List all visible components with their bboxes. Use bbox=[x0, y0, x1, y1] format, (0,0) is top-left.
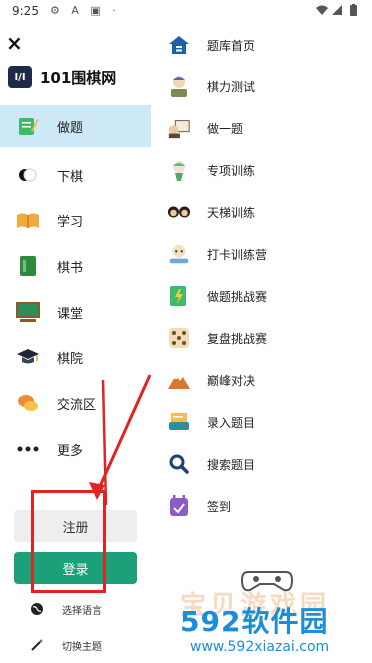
green-book-icon bbox=[16, 254, 40, 278]
menu-label-review-challenge: 复盘挑战赛 bbox=[207, 331, 268, 346]
brand-name: 101围棋网 bbox=[40, 68, 117, 87]
nav-item-academy[interactable]: 棋院 bbox=[0, 336, 151, 378]
nav-label-academy: 棋院 bbox=[57, 351, 84, 367]
dice-icon bbox=[167, 326, 191, 350]
status-bar: 9:25 ⚙ A ▣ · bbox=[0, 0, 372, 24]
menu-item-enter-problem[interactable]: 录入题目 bbox=[151, 402, 372, 442]
pencil-notebook-icon bbox=[16, 114, 40, 138]
nav-item-community[interactable]: 交流区 bbox=[0, 382, 151, 424]
special-training-icon bbox=[167, 158, 191, 182]
chat-bubbles-icon bbox=[16, 391, 40, 415]
menu-label-ladder-training: 天梯训练 bbox=[207, 205, 256, 220]
theme-link-label: 切换主题 bbox=[62, 641, 102, 653]
nav-item-classroom[interactable]: 课堂 bbox=[0, 291, 151, 333]
mountain-icon bbox=[167, 368, 191, 392]
menu-label-checkin-camp: 打卡训练营 bbox=[207, 247, 268, 262]
nav-label-more: 更多 bbox=[57, 443, 84, 459]
nav-label-community: 交流区 bbox=[57, 397, 97, 413]
menu-label-problem-home: 题库首页 bbox=[207, 38, 256, 53]
menu-item-ladder-training[interactable]: 天梯训练 bbox=[151, 192, 372, 232]
home-icon bbox=[167, 33, 191, 57]
single-problem-icon bbox=[167, 116, 191, 140]
menu-label-special-training: 专项训练 bbox=[207, 163, 256, 178]
open-book-icon bbox=[16, 208, 40, 232]
login-button[interactable]: 登录 bbox=[14, 552, 137, 584]
menu-item-checkin[interactable]: 签到 bbox=[151, 486, 372, 526]
go-stones-icon bbox=[16, 163, 40, 187]
menu-item-review-challenge[interactable]: 复盘挑战赛 bbox=[151, 318, 372, 358]
status-time: 9:25 bbox=[12, 4, 39, 18]
menu-item-special-training[interactable]: 专项训练 bbox=[151, 150, 372, 190]
nav-label-books: 棋书 bbox=[57, 260, 84, 276]
menu-label-enter-problem: 录入题目 bbox=[207, 415, 256, 430]
wifi-signal-battery-icon bbox=[316, 4, 357, 16]
calendar-check-icon bbox=[167, 494, 191, 518]
menu-label-strength-test: 棋力测试 bbox=[207, 79, 256, 94]
status-notification-icons: ⚙ A ▣ · bbox=[50, 4, 120, 17]
menu-label-problem-challenge: 做题挑战赛 bbox=[207, 289, 268, 304]
menu-item-one-problem[interactable]: 做一题 bbox=[151, 108, 372, 148]
status-system-icons bbox=[314, 4, 364, 19]
globe-icon bbox=[30, 602, 44, 616]
magic-wand-icon bbox=[30, 638, 44, 652]
menu-item-search-problem[interactable]: 搜索题目 bbox=[151, 444, 372, 484]
language-link[interactable]: 选择语言 bbox=[30, 598, 102, 620]
nav-label-learn: 学习 bbox=[57, 214, 84, 230]
menu-item-strength-test[interactable]: 棋力测试 bbox=[151, 66, 372, 106]
menu-item-problem-home[interactable]: 题库首页 bbox=[151, 25, 372, 65]
menu-item-peak-duel[interactable]: 巅峰对决 bbox=[151, 360, 372, 400]
navigation-drawer: × I/I 101围棋网 做题 下棋 学习 棋书 课堂 棋院 交流区 更多 注册… bbox=[0, 24, 151, 663]
theme-link[interactable]: 切换主题 bbox=[30, 634, 102, 656]
nav-item-more[interactable]: 更多 bbox=[0, 428, 151, 470]
close-icon[interactable]: × bbox=[6, 32, 24, 54]
nav-label-practice: 做题 bbox=[57, 120, 84, 136]
graduation-cap-icon bbox=[16, 345, 40, 369]
ladder-training-icon bbox=[167, 200, 191, 224]
menu-label-one-problem: 做一题 bbox=[207, 121, 244, 136]
nav-label-play: 下棋 bbox=[57, 169, 84, 185]
language-link-label: 选择语言 bbox=[62, 605, 102, 617]
nav-item-books[interactable]: 棋书 bbox=[0, 245, 151, 287]
menu-item-problem-challenge[interactable]: 做题挑战赛 bbox=[151, 276, 372, 316]
menu-label-peak-duel: 巅峰对决 bbox=[207, 373, 256, 388]
challenge-icon bbox=[167, 284, 191, 308]
menu-label-checkin: 签到 bbox=[207, 499, 232, 514]
practice-submenu: 题库首页 棋力测试 做一题 专项训练 天梯训练 打卡训练营 做题挑战赛 复盘挑战… bbox=[151, 24, 372, 663]
nav-item-learn[interactable]: 学习 bbox=[0, 199, 151, 241]
menu-item-checkin-camp[interactable]: 打卡训练营 bbox=[151, 234, 372, 274]
test-character-icon bbox=[167, 74, 191, 98]
input-problem-icon bbox=[167, 410, 191, 434]
search-icon bbox=[167, 452, 191, 476]
brand-logo: I/I bbox=[8, 66, 32, 88]
nav-item-play[interactable]: 下棋 bbox=[0, 154, 151, 196]
nav-label-classroom: 课堂 bbox=[57, 306, 84, 322]
brand: I/I 101围棋网 bbox=[8, 64, 116, 90]
menu-label-search-problem: 搜索题目 bbox=[207, 457, 256, 472]
checkin-camp-icon bbox=[167, 242, 191, 266]
more-dots-icon bbox=[16, 437, 40, 461]
register-button[interactable]: 注册 bbox=[14, 510, 137, 542]
nav-item-practice[interactable]: 做题 bbox=[0, 105, 151, 147]
classroom-board-icon bbox=[16, 300, 40, 324]
